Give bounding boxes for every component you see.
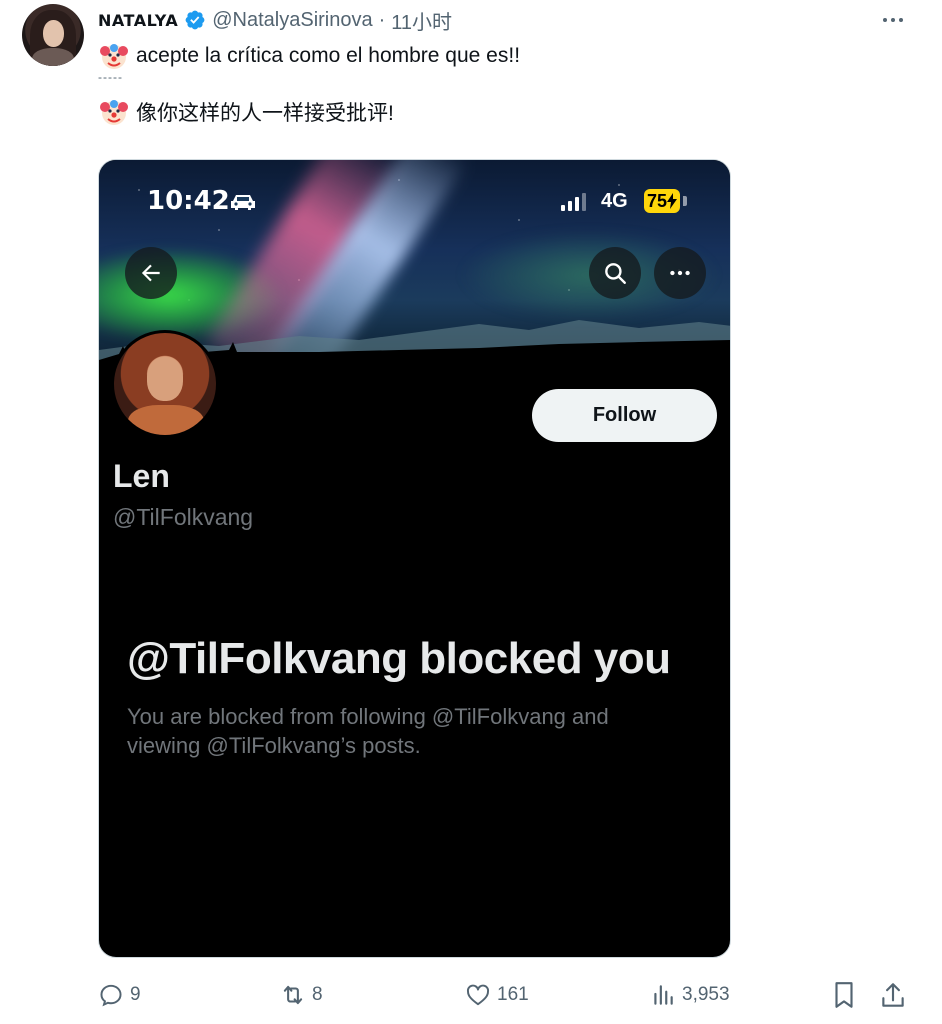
tweet-text-line-2: 像你这样的人一样接受批评! — [98, 95, 394, 129]
tweet-header: NATALYA @NatalyaSirinova · 11小时 — [98, 6, 452, 34]
views-button[interactable]: 3,953 — [650, 980, 730, 1010]
retweet-count: 8 — [312, 984, 323, 1005]
like-count: 161 — [497, 984, 529, 1005]
profile-avatar[interactable] — [111, 330, 219, 438]
cellular-signal-icon — [561, 193, 586, 211]
blocked-title: @TilFolkvang blocked you — [127, 634, 671, 683]
bookmark-icon[interactable] — [831, 980, 857, 1010]
tweet-text-chinese: 像你这样的人一样接受批评! — [136, 102, 394, 125]
ellipsis-icon — [670, 270, 690, 276]
tweet-text-line-1: acepte la crítica como el hombre que es!… — [98, 40, 520, 72]
text-divider: ----- — [98, 70, 123, 84]
more-options-icon[interactable] — [875, 6, 911, 34]
profile-handle: @TilFolkvang — [113, 504, 254, 530]
avatar-face — [43, 20, 64, 47]
search-button[interactable] — [589, 247, 641, 299]
charging-bolt-icon — [667, 193, 678, 209]
network-type: 4G — [601, 190, 628, 212]
view-count: 3,953 — [682, 984, 730, 1005]
follow-button[interactable]: Follow — [532, 389, 717, 442]
share-icon[interactable] — [880, 980, 906, 1010]
retweet-icon — [283, 985, 303, 1005]
blocked-description: You are blocked from following @TilFolkv… — [127, 704, 609, 758]
battery-level: 75 — [644, 189, 681, 213]
clown-face-icon — [100, 100, 128, 125]
author-avatar[interactable] — [22, 4, 84, 66]
reply-button[interactable]: 9 — [98, 980, 141, 1010]
reply-count: 9 — [130, 984, 141, 1005]
tweet-timestamp[interactable]: 11小时 — [391, 6, 452, 35]
separator-dot: · — [378, 8, 386, 31]
retweet-button[interactable]: 8 — [280, 980, 323, 1010]
analytics-icon — [654, 985, 673, 1005]
car-icon — [231, 195, 255, 210]
tweet-media-image[interactable]: 10:42 4G 75 Follow Len @TilFolkvang @Til… — [98, 159, 731, 958]
author-handle[interactable]: @NatalyaSirinova — [212, 9, 372, 32]
status-time: 10:42 — [147, 186, 230, 216]
more-options-button[interactable] — [654, 247, 706, 299]
avatar-body — [32, 48, 74, 66]
back-arrow-icon — [141, 264, 160, 282]
reply-icon — [100, 984, 122, 1007]
back-button[interactable] — [125, 247, 177, 299]
clown-face-icon — [100, 44, 128, 69]
like-button[interactable]: 161 — [465, 980, 529, 1010]
search-icon — [605, 263, 626, 284]
author-display-name[interactable]: NATALYA — [98, 11, 178, 30]
profile-name: Len — [113, 458, 170, 494]
phone-status-bar: 10:42 4G 75 — [99, 182, 730, 222]
verified-badge-icon — [185, 10, 205, 30]
tweet-text-spanish: acepte la crítica como el hombre que es!… — [136, 44, 521, 67]
heart-icon — [466, 984, 490, 1006]
